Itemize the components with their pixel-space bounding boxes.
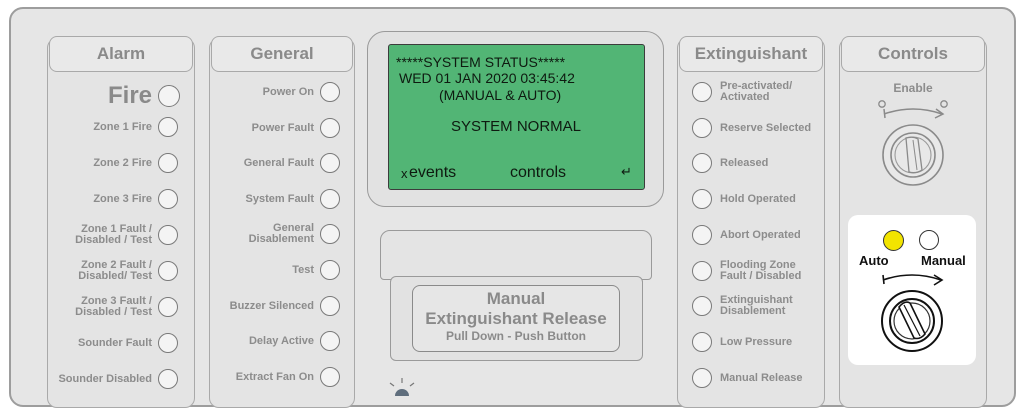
general-label-system-fault: System Fault <box>245 192 314 205</box>
controls-header: Controls <box>841 36 985 72</box>
alarm-led-zone-1-fault-disabled-test <box>158 225 178 245</box>
release-line3: Pull Down - Push Button <box>446 329 586 343</box>
general-label-power-fault: Power Fault <box>251 121 314 134</box>
enter-icon[interactable]: ↵ <box>621 164 632 180</box>
alarm-led-sounder-fault <box>158 333 178 353</box>
extinguishant-label-manual-release: Manual Release <box>720 371 803 384</box>
alarm-led-zone-3-fire <box>158 189 178 209</box>
controls-softkey[interactable]: controls <box>510 164 566 182</box>
lcd-display: *****SYSTEM STATUS***** WED 01 JAN 2020 … <box>388 44 645 190</box>
extinguishant-label-reserve-selected: Reserve Selected <box>720 121 812 134</box>
alarm-title: Alarm <box>96 44 146 63</box>
extinguishant-label-hold-operated: Hold Operated <box>720 193 796 206</box>
display-line-normal: SYSTEM NORMAL <box>451 118 582 135</box>
extinguishant-label-low-pressure: Low Pressure <box>720 335 793 348</box>
alarm-label-zone-1-fire: Zone 1 Fire <box>93 121 152 133</box>
manual-led <box>919 230 939 250</box>
mode-keyswitch[interactable] <box>865 266 959 358</box>
events-softkey[interactable]: events <box>409 164 456 182</box>
alarm-label-zone-1-fault-disabled-test: Zone 1 Fault / Disabled / Test <box>75 223 152 246</box>
extinguishant-title: Extinguishant <box>694 44 808 63</box>
general-led-power-on <box>320 82 340 102</box>
extinguishant-label-pre-activated-activated: Pre-activated/ Activated <box>720 80 793 103</box>
general-led-power-fault <box>320 117 340 138</box>
extinguishant-label-flooding-zone-fault-disabled: Flooding Zone Fault / Disabled <box>720 258 802 282</box>
extinguishant-led-abort-operated <box>692 224 712 245</box>
general-label-buzzer-silenced: Buzzer Silenced <box>229 299 314 312</box>
alarm-header: Alarm <box>49 36 193 72</box>
events-key-prefix: x <box>401 166 408 181</box>
general-led-test <box>320 260 340 280</box>
alarm-label-zone-3-fault-disabled-test: Zone 3 Fault / Disabled / Test <box>75 295 152 318</box>
general-led-system-fault <box>320 188 340 209</box>
alarm-label-zone-2-fault-disabled-test: Zone 2 Fault / Disabled/ Test <box>78 259 152 282</box>
general-label-general-disablement: General Disablement <box>248 222 314 246</box>
general-label-power-on: Power On <box>262 86 314 98</box>
alarm-led-sounder-disabled <box>158 369 178 389</box>
enable-keyswitch[interactable] <box>866 96 960 192</box>
display-line-mode: (MANUAL & AUTO) <box>439 87 562 103</box>
display-line-status: *****SYSTEM STATUS***** <box>396 54 566 70</box>
alarm-label-zone-2-fire: Zone 2 Fire <box>93 157 152 169</box>
extinguishant-led-pre-activated-activated <box>692 82 712 102</box>
general-header: General <box>211 36 353 72</box>
fire-led <box>158 85 180 107</box>
general-label-delay-active: Delay Active <box>248 335 314 348</box>
alarm-label-sounder-fault: Sounder Fault <box>78 337 152 349</box>
release-line1: Manual <box>486 289 546 308</box>
indicator-lamp-icon <box>389 378 415 396</box>
alarm-label-zone-3-fire: Zone 3 Fire <box>93 193 152 205</box>
manual-release-button[interactable]: Manual Extinguishant Release Pull Down -… <box>412 285 620 352</box>
general-label-extract-fan-on: Extract Fan On <box>235 370 314 383</box>
display-line-datetime: WED 01 JAN 2020 03:45:42 <box>399 70 575 86</box>
release-line2: Extinguishant Release <box>425 309 607 328</box>
extinguishant-led-low-pressure <box>692 331 712 352</box>
controls-title: Controls <box>878 44 948 63</box>
general-title: General <box>250 44 314 63</box>
general-label-test: Test <box>292 264 314 276</box>
alarm-led-zone-1-fire <box>158 117 178 137</box>
extinguishant-header: Extinguishant <box>679 36 823 72</box>
general-label-general-fault: General Fault <box>243 157 314 170</box>
release-flap-cover[interactable] <box>380 230 652 280</box>
alarm-label-sounder-disabled: Sounder Disabled <box>58 373 152 385</box>
alarm-led-zone-2-fire <box>158 153 178 173</box>
extinguishant-led-hold-operated <box>692 189 712 210</box>
general-led-buzzer-silenced <box>320 295 340 316</box>
fire-label: Fire <box>107 82 152 109</box>
extinguishant-label-extinguishant-disablement: Extinguishant Disablement <box>720 294 793 318</box>
extinguishant-led-reserve-selected <box>692 117 712 138</box>
alarm-led-zone-3-fault-disabled-test <box>158 297 178 317</box>
alarm-led-zone-2-fault-disabled-test <box>158 261 178 281</box>
extinguishant-led-flooding-zone-fault-disabled <box>692 260 712 281</box>
auto-led <box>883 230 904 251</box>
enable-label: Enable <box>893 81 933 95</box>
extinguishant-label-released: Released <box>720 157 769 170</box>
extinguishant-label-abort-operated: Abort Operated <box>720 228 801 241</box>
extinguishant-led-manual-release <box>692 367 712 388</box>
general-led-extract-fan-on <box>320 366 340 387</box>
